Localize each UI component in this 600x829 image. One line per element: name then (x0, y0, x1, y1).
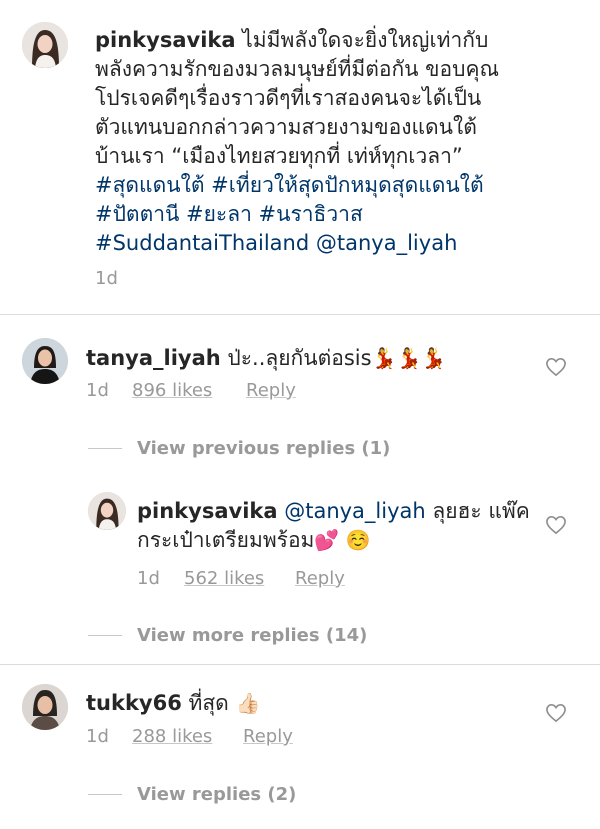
comment-text: tukky66 ที่สุด 👍🏻 (86, 689, 536, 718)
heart-smile-emoji: 💕 ☺️ (314, 528, 371, 552)
thumbs-up-emoji: 👍🏻 (235, 691, 261, 715)
comment-username[interactable]: tukky66 (86, 691, 182, 715)
caption-line: บ้านเรา “เมืองไทยสวยทุกที่ เท่ห์ทุกเวลา” (95, 144, 463, 168)
mention-link[interactable]: @tanya_liyah (284, 499, 425, 523)
profile-photo (22, 684, 68, 730)
comment-time: 1d (86, 726, 109, 747)
post-username[interactable]: pinkysavika (95, 28, 236, 52)
view-replies-line (88, 448, 122, 449)
likes-count[interactable]: 896 likes (132, 380, 212, 401)
post-time: 1d (95, 268, 118, 289)
reply-username[interactable]: pinkysavika (137, 499, 278, 523)
hashtag-line[interactable]: #สุดแดนใต้ #เที่ยวให้สุดปักหมุดสุดแดนใต้ (95, 171, 595, 200)
avatar-tukky66[interactable] (22, 684, 68, 730)
avatar-pinkysavika[interactable] (88, 492, 126, 530)
reply-body: กระเป๋าเตรียมพร้อม (137, 528, 315, 552)
section-divider (0, 314, 600, 315)
comment-time: 1d (86, 380, 109, 401)
reply-button[interactable]: Reply (246, 380, 296, 401)
caption-line: พลังความรักของมวลมนุษย์ที่มีต่อกัน ขอบคุ… (95, 57, 500, 81)
profile-photo (22, 338, 68, 384)
reply-button[interactable]: Reply (243, 726, 293, 747)
heart-outline-icon[interactable] (545, 703, 567, 723)
hashtag-line[interactable]: #ปัตตานี #ยะลา #นราธิวาส (95, 200, 595, 229)
dancer-emoji: 💃💃💃 (371, 346, 447, 370)
likes-count[interactable]: 288 likes (132, 726, 212, 747)
avatar-tanya-liyah[interactable] (22, 338, 68, 384)
hashtag-link[interactable]: #SuddantaiThailand (95, 231, 309, 255)
view-replies-line (88, 794, 122, 795)
section-divider (0, 664, 600, 665)
comment-text: tanya_liyah ป่ะ..ลุยกันต่อsis💃💃💃 (86, 344, 536, 373)
likes-count[interactable]: 562 likes (184, 568, 264, 589)
view-previous-replies-button[interactable]: View previous replies (1) (137, 438, 390, 459)
avatar-pinkysavika[interactable] (22, 22, 68, 68)
heart-outline-icon[interactable] (545, 515, 567, 535)
heart-outline-icon[interactable] (545, 357, 567, 377)
reply-time: 1d (137, 568, 160, 589)
caption-line: โปรเจคดีๆเรื่องราวดีๆที่เราสองคนจะได้เป็… (95, 86, 482, 110)
comment-body: ที่สุด (181, 691, 236, 715)
caption-line: ตัวแทนบอกกล่าวความสวยงามของแดนใต้ (95, 115, 477, 139)
comment-username[interactable]: tanya_liyah (86, 346, 221, 370)
mention-link[interactable]: @tanya_liyah (316, 231, 457, 255)
reply-body: ลุยฮะ แพ๊ค (425, 499, 530, 523)
view-more-replies-button[interactable]: View more replies (14) (137, 625, 367, 646)
view-replies-line (88, 635, 122, 636)
comment-body: ป่ะ..ลุยกันต่อsis (220, 346, 372, 370)
caption-line: ไม่มีพลังใดจะยิ่งใหญ่เท่ากับ (235, 28, 489, 52)
profile-photo (22, 22, 68, 68)
post-caption: pinkysavika ไม่มีพลังใดจะยิ่งใหญ่เท่ากับ… (95, 26, 595, 258)
reply-text: pinkysavika @tanya_liyah ลุยฮะ แพ๊ค กระเ… (137, 497, 537, 555)
view-replies-button[interactable]: View replies (2) (137, 784, 296, 805)
profile-photo (88, 492, 126, 530)
reply-button[interactable]: Reply (295, 568, 345, 589)
